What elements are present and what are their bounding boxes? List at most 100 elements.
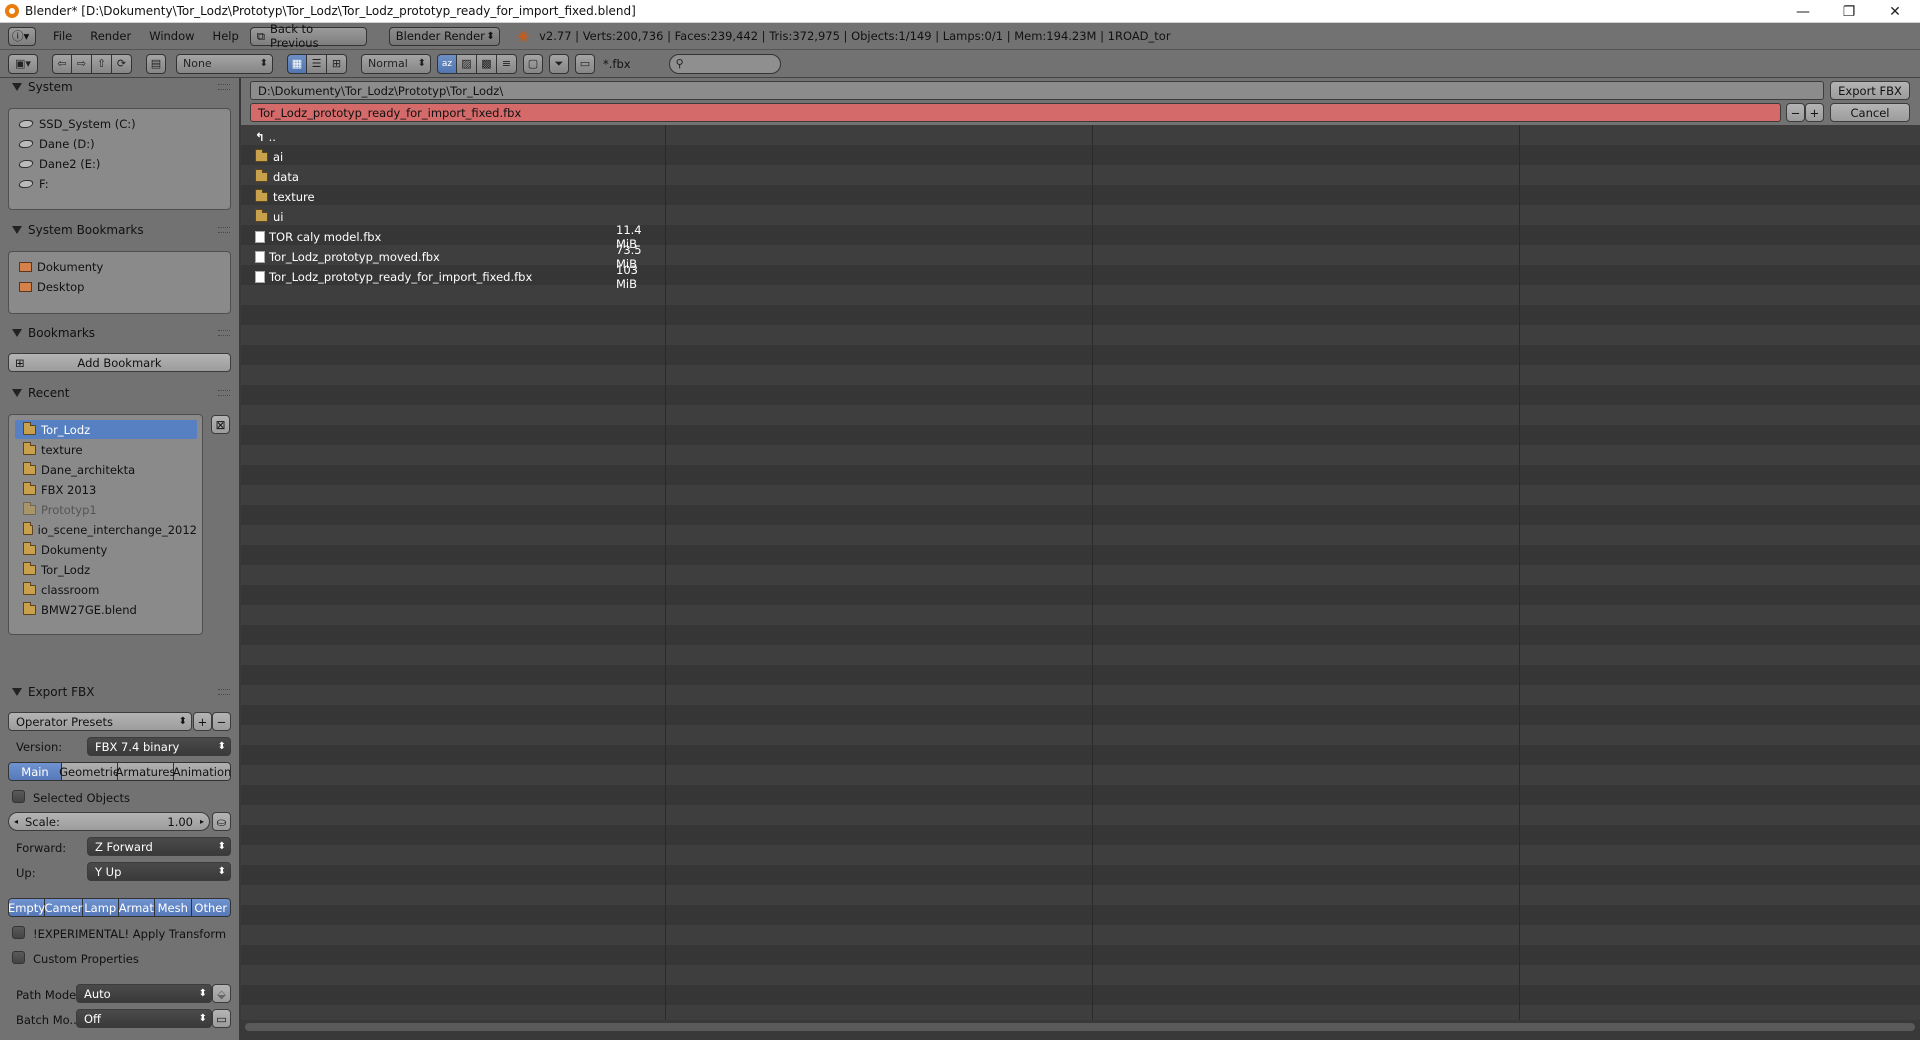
thumbnail-size-select[interactable]: Normal ⬍ xyxy=(361,53,431,74)
recent-item[interactable]: Dane_architekta xyxy=(15,460,197,479)
forward-select[interactable]: Z Forward xyxy=(87,837,231,856)
panel-header-system[interactable]: System xyxy=(0,76,240,98)
recent-item[interactable]: Dokumenty xyxy=(15,540,197,559)
horizontal-scrollbar[interactable] xyxy=(245,1023,1915,1031)
recursion-select[interactable]: None ⬍ xyxy=(176,53,273,74)
add-preset-button[interactable]: + xyxy=(193,712,212,731)
remove-preset-button[interactable]: − xyxy=(212,712,231,731)
operator-presets-select[interactable]: Operator Presets xyxy=(8,712,192,731)
folder-item[interactable]: ui xyxy=(255,207,655,227)
tab-main[interactable]: Main xyxy=(9,763,62,780)
add-bookmark-button[interactable]: ⊞ Add Bookmark xyxy=(8,353,231,372)
forward-arrow-icon[interactable]: ⇨ xyxy=(72,53,92,74)
sort-time-icon[interactable]: ▩ xyxy=(477,53,497,74)
type-mesh[interactable]: Mesh xyxy=(155,899,192,916)
menu-render[interactable]: Render xyxy=(81,29,140,43)
parent-dir-icon[interactable]: ⇧ xyxy=(92,53,112,74)
short-list-icon[interactable]: ▦ xyxy=(287,53,307,74)
embed-textures-toggle[interactable]: ⬙ xyxy=(212,984,231,1003)
render-engine-select[interactable]: Blender Render ⬍ xyxy=(388,26,500,46)
drag-grip-icon[interactable] xyxy=(218,330,230,336)
folder-item[interactable]: data xyxy=(255,167,655,187)
back-arrow-icon[interactable]: ⇦ xyxy=(52,53,72,74)
editor-type-info-icon[interactable]: ⓘ▾ xyxy=(8,26,36,46)
hide-dotfiles-icon[interactable]: ▢ xyxy=(523,53,543,74)
close-button[interactable]: ✕ xyxy=(1872,0,1918,23)
apply-transform-checkbox[interactable] xyxy=(12,926,25,939)
recent-item[interactable]: BMW27GE.blend xyxy=(15,600,197,619)
drag-grip-icon[interactable] xyxy=(218,227,230,233)
type-armature[interactable]: Armat xyxy=(118,899,156,916)
system-item-c[interactable]: SSD_System (C:) xyxy=(11,114,221,133)
system-item-d[interactable]: Dane (D:) xyxy=(11,134,221,153)
type-empty[interactable]: Empty xyxy=(9,899,45,916)
type-camera[interactable]: Camer xyxy=(44,899,83,916)
recent-item[interactable]: texture xyxy=(15,440,197,459)
folder-item[interactable]: texture xyxy=(255,187,655,207)
filename-field[interactable]: Tor_Lodz_prototyp_ready_for_import_fixed… xyxy=(250,103,1781,122)
drag-grip-icon[interactable] xyxy=(218,689,230,695)
decrement-arrow-icon: ◂ xyxy=(14,817,19,826)
increment-filename-button[interactable]: + xyxy=(1805,103,1824,122)
export-fbx-button[interactable]: Export FBX xyxy=(1830,81,1910,100)
sort-size-icon[interactable]: ≡ xyxy=(497,53,517,74)
batch-mode-select[interactable]: Off xyxy=(76,1009,212,1028)
system-item-e[interactable]: Dane2 (E:) xyxy=(11,154,221,173)
search-input[interactable] xyxy=(687,56,768,71)
panel-header-export-fbx[interactable]: Export FBX xyxy=(0,681,240,703)
directory-field[interactable]: D:\Dokumenty\Tor_Lodz\Prototyp\Tor_Lodz\ xyxy=(250,81,1824,100)
minimize-button[interactable]: — xyxy=(1780,0,1826,23)
bookmark-item-desktop[interactable]: Desktop xyxy=(11,277,221,296)
sort-alpha-icon[interactable]: az xyxy=(437,53,457,74)
scale-field[interactable]: ◂ Scale: 1.00 ▸ xyxy=(8,812,210,831)
menu-window[interactable]: Window xyxy=(140,29,203,43)
clear-recent-button[interactable]: ⊠ xyxy=(211,415,230,434)
path-mode-select[interactable]: Auto xyxy=(76,984,212,1003)
tab-animation[interactable]: Animation xyxy=(173,763,230,780)
version-select[interactable]: FBX 7.4 binary xyxy=(87,737,231,756)
custom-properties-checkbox[interactable] xyxy=(12,951,25,964)
file-item[interactable]: TOR caly model.fbx 11.4 MiB xyxy=(255,223,655,251)
new-folder-icon[interactable]: ▤ xyxy=(146,53,166,74)
cancel-button[interactable]: Cancel xyxy=(1830,103,1910,122)
apply-scale-button[interactable]: ⛀ xyxy=(212,812,231,831)
panel-header-recent[interactable]: Recent xyxy=(0,382,240,404)
filter-folder-icon[interactable]: ▭ xyxy=(575,53,595,74)
recent-item[interactable]: FBX 2013 xyxy=(15,480,197,499)
file-item[interactable]: Tor_Lodz_prototyp_ready_for_import_fixed… xyxy=(255,263,655,291)
panel-header-system-bookmarks[interactable]: System Bookmarks xyxy=(0,219,240,241)
bookmark-item-dokumenty[interactable]: Dokumenty xyxy=(11,257,221,276)
recent-item[interactable]: Tor_Lodz xyxy=(15,560,197,579)
up-select[interactable]: Y Up xyxy=(87,862,231,881)
restore-button[interactable]: ❐ xyxy=(1826,0,1872,23)
file-item[interactable]: Tor_Lodz_prototyp_moved.fbx 73.5 MiB xyxy=(255,243,655,271)
thumbnails-icon[interactable]: ⊞ xyxy=(327,53,347,74)
long-list-icon[interactable]: ☰ xyxy=(307,53,327,74)
search-field[interactable]: ⚲ xyxy=(668,53,781,74)
parent-directory-item[interactable]: ↰.. xyxy=(255,127,655,147)
type-other[interactable]: Other xyxy=(191,899,230,916)
decrement-filename-button[interactable]: − xyxy=(1786,103,1805,122)
recent-item[interactable]: io_scene_interchange_2012 xyxy=(15,520,197,539)
system-item-f[interactable]: F: xyxy=(11,174,221,193)
tab-armatures[interactable]: Armatures xyxy=(116,763,176,780)
panel-header-bookmarks[interactable]: Bookmarks xyxy=(0,322,240,344)
selected-objects-checkbox[interactable] xyxy=(12,790,25,803)
recent-item[interactable]: Prototyp1 xyxy=(15,500,197,519)
drag-grip-icon[interactable] xyxy=(218,390,230,396)
batch-own-dir-toggle[interactable]: ▭ xyxy=(212,1009,231,1028)
sort-extension-icon[interactable]: ▨ xyxy=(457,53,477,74)
drag-grip-icon[interactable] xyxy=(218,84,230,90)
type-lamp[interactable]: Lamp xyxy=(83,899,119,916)
folder-item[interactable]: ai xyxy=(255,147,655,167)
filter-icon[interactable]: ⏷ xyxy=(549,53,569,74)
select-arrows-icon: ⬍ xyxy=(486,30,495,42)
editor-type-filebrowser-icon[interactable]: ▣▾ xyxy=(8,53,38,74)
back-to-previous-button[interactable]: ⧉ Back to Previous xyxy=(249,22,367,50)
recent-item[interactable]: classroom xyxy=(15,580,197,599)
menu-file[interactable]: File xyxy=(44,29,81,43)
tab-geometrie[interactable]: Geometrie xyxy=(59,763,120,780)
recent-item[interactable]: Tor_Lodz xyxy=(15,420,197,439)
refresh-icon[interactable]: ⟳ xyxy=(112,53,132,74)
menu-help[interactable]: Help xyxy=(204,29,248,43)
